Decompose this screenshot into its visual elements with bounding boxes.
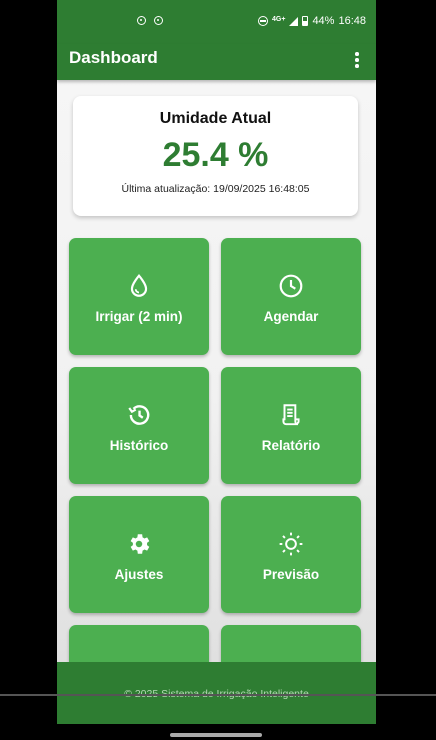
clock-icon: [279, 274, 303, 298]
battery-icon: [302, 16, 309, 26]
receipt-icon: [282, 404, 300, 426]
tile-label: Relatório: [261, 438, 321, 453]
water-drop-icon: [130, 274, 148, 297]
history-icon: [128, 405, 150, 425]
gear-icon: [130, 534, 150, 554]
last-update-text: Última atualização: 19/09/2025 16:48:05: [121, 183, 310, 195]
signal-icon: [289, 16, 299, 26]
home-indicator[interactable]: [170, 733, 262, 737]
tile-label: Irrigar (2 min): [95, 309, 183, 324]
network-type: 4G+: [272, 15, 286, 23]
sun-icon: [279, 532, 303, 556]
humidity-card: Umidade Atual 25.4 % Última atualização:…: [73, 96, 358, 216]
footer: © 2025 Sistema de Irrigação Inteligente: [57, 662, 376, 724]
do-not-disturb-icon: [258, 16, 268, 26]
history-button[interactable]: Histórico: [69, 367, 209, 484]
irrigate-button[interactable]: Irrigar (2 min): [69, 238, 209, 355]
more-vert-icon[interactable]: [354, 52, 360, 68]
notification-icons: [137, 16, 163, 25]
divider: [0, 694, 436, 696]
schedule-button[interactable]: Agendar: [221, 238, 361, 355]
app-bar: Dashboard: [57, 44, 376, 80]
report-button[interactable]: Relatório: [221, 367, 361, 484]
tile-label: Histórico: [109, 438, 169, 453]
status-bar: 4G+ 44% 16:48: [57, 0, 376, 44]
humidity-title: Umidade Atual: [159, 110, 272, 127]
clock-time: 16:48: [338, 15, 366, 27]
tile-label: Agendar: [263, 309, 319, 324]
battery-level: 44%: [312, 15, 335, 27]
app-screen: 4G+ 44% 16:48 Dashboard Umidade Atual 25…: [57, 0, 376, 724]
page-title: Dashboard: [69, 48, 158, 67]
tile-label: Previsão: [262, 567, 320, 582]
notification-icon: [154, 16, 163, 25]
notification-icon: [137, 16, 146, 25]
settings-button[interactable]: Ajustes: [69, 496, 209, 613]
humidity-value: 25.4 %: [162, 136, 269, 174]
status-right: 4G+ 44% 16:48: [258, 15, 366, 27]
forecast-button[interactable]: Previsão: [221, 496, 361, 613]
tile-label: Ajustes: [114, 567, 164, 582]
